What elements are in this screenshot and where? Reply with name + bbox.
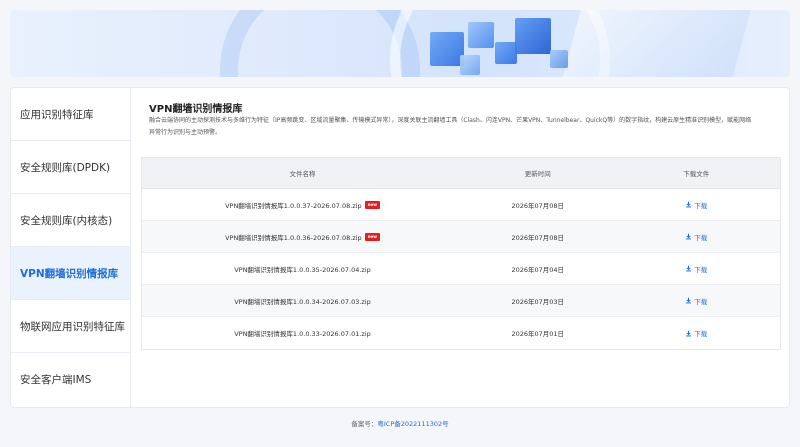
download-label: 下载 [694,233,708,242]
column-header-updated: 更新时间 [524,170,551,178]
download-label: 下载 [694,201,708,210]
table-row: VPN翻墙识别情报库1.0.0.36-2026.07.08.zip new 20… [142,221,780,253]
main-card: 应用识别特征库 安全规则库(DPDK) 安全规则库(内核态) VPN翻墙识别情报… [10,87,790,408]
download-icon [686,330,692,336]
sidebar-item-app-signature[interactable]: 应用识别特征库 [11,88,130,141]
banner-cube-graphic [468,22,494,48]
update-date: 2026年07月03日 [511,297,565,306]
content-area: VPN翻墙识别情报库 融合云端协同的主动探测技术与多维行为特征（IP高频跳变、区… [141,88,781,407]
file-name: VPN翻墙识别情报库1.0.0.33-2026.07.01.zip [234,330,371,338]
page-description: 融合云端协同的主动探测技术与多维行为特征（IP高频跳变、区域流量聚集、传输模式异… [149,117,752,136]
download-label: 下载 [694,297,708,306]
banner-cube-graphic [430,32,464,66]
banner-decoration [556,10,754,77]
new-badge: new [364,200,380,209]
download-link[interactable]: 下载 [613,232,780,242]
file-name-cell: VPN翻墙识别情报库1.0.0.33-2026.07.01.zip [142,328,463,338]
sidebar-item-rules-dpdk[interactable]: 安全规则库(DPDK) [11,141,130,194]
download-label: 下载 [694,265,708,274]
sidebar-item-iot-signature[interactable]: 物联网应用识别特征库 [11,300,130,353]
sidebar: 应用识别特征库 安全规则库(DPDK) 安全规则库(内核态) VPN翻墙识别情报… [11,88,131,407]
file-name-cell: VPN翻墙识别情报库1.0.0.36-2026.07.08.zip new [142,232,463,242]
download-link[interactable]: 下载 [613,264,780,274]
sidebar-item-rules-kernel[interactable]: 安全规则库(内核态) [11,194,130,247]
download-icon [686,233,692,240]
column-header-file-name: 文件名称 [289,170,316,178]
table-row: VPN翻墙识别情报库1.0.0.34-2026.07.03.zip 2026年0… [142,285,780,317]
banner-cube-graphic [550,50,568,68]
sidebar-item-ims-client[interactable]: 安全客户端IMS [11,353,130,406]
file-name-cell: VPN翻墙识别情报库1.0.0.34-2026.07.03.zip [142,296,463,306]
table-row: VPN翻墙识别情报库1.0.0.33-2026.07.01.zip 2026年0… [142,317,780,349]
download-link[interactable]: 下载 [613,328,780,338]
file-name: VPN翻墙识别情报库1.0.0.37-2026.07.08.zip [225,201,362,210]
file-name: VPN翻墙识别情报库1.0.0.34-2026.07.03.zip [234,297,371,306]
file-name-cell: VPN翻墙识别情报库1.0.0.35-2026.07.04.zip [142,264,463,274]
column-header-download: 下载文件 [683,170,710,178]
table-row: VPN翻墙识别情报库1.0.0.35-2026.07.04.zip 2026年0… [142,253,780,285]
update-date: 2026年07月08日 [511,233,565,242]
footer-label: 备案号： [351,420,378,428]
banner-cube-graphic [460,55,480,75]
new-badge: new [364,232,380,241]
page-title: VPN翻墙识别情报库 [149,104,243,115]
icp-link[interactable]: 粤ICP备2022111302号 [377,420,448,428]
download-link[interactable]: 下载 [613,296,780,306]
download-icon [686,297,692,304]
table-header: 文件名称 更新时间 下载文件 [142,158,780,189]
update-date: 2026年07月01日 [511,330,565,338]
banner-cube-graphic [515,18,551,54]
file-name-cell: VPN翻墙识别情报库1.0.0.37-2026.07.08.zip new [142,200,463,210]
sidebar-item-vpn-intel[interactable]: VPN翻墙识别情报库 [11,247,130,300]
banner-cube-graphic [495,42,517,64]
hero-banner [10,10,790,77]
download-link[interactable]: 下载 [613,200,780,210]
download-icon [686,265,692,272]
footer: 备案号：粤ICP备2022111302号 [0,418,800,428]
update-date: 2026年07月08日 [511,201,565,210]
file-name: VPN翻墙识别情报库1.0.0.36-2026.07.08.zip [225,233,362,242]
update-date: 2026年07月04日 [511,265,565,274]
download-icon [686,201,692,208]
download-label: 下载 [694,330,708,338]
table-row: VPN翻墙识别情报库1.0.0.37-2026.07.08.zip new 20… [142,189,780,221]
files-table: 文件名称 更新时间 下载文件 VPN翻墙识别情报库1.0.0.37-2026.0… [141,157,781,350]
file-name: VPN翻墙识别情报库1.0.0.35-2026.07.04.zip [234,265,371,274]
